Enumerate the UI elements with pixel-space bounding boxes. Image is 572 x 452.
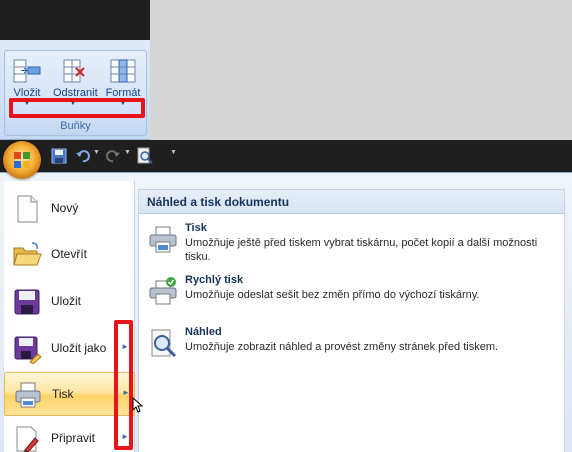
menu-item-save[interactable]: Uložit bbox=[4, 280, 135, 324]
cells-group: Vložit ▼ Odstranit ▼ Formát ▼ Buňky bbox=[4, 50, 147, 136]
mouse-cursor-icon bbox=[132, 397, 144, 413]
command-title: Rychlý tisk bbox=[185, 274, 244, 286]
menu-item-label: Uložit bbox=[51, 294, 82, 308]
insert-cells-icon bbox=[13, 59, 41, 83]
undo-dropdown-icon[interactable]: ▼ bbox=[93, 149, 100, 156]
prepare-icon bbox=[16, 426, 39, 452]
command-title: Náhled bbox=[185, 326, 222, 338]
command-print[interactable]: Tisk Umožňuje ještě před tiskem vybrat t… bbox=[145, 222, 555, 266]
save-as-icon bbox=[14, 336, 42, 364]
highlight-box-submenu-arrows bbox=[114, 320, 133, 450]
print-submenu-panel: Náhled a tisk dokumentu Tisk Umožňuje je… bbox=[138, 189, 565, 452]
sheet-background bbox=[150, 0, 572, 140]
command-description: Umožňuje ještě před tiskem vybrat tiskár… bbox=[185, 237, 538, 263]
menu-item-label: Uložit jako bbox=[51, 341, 107, 355]
menu-item-new[interactable]: Nový bbox=[4, 187, 135, 231]
quick-access-toolbar: ▼ ▼ ▼ bbox=[0, 140, 572, 172]
menu-item-label: Nový bbox=[51, 201, 79, 215]
menu-item-open[interactable]: Otevřít bbox=[4, 233, 135, 277]
print-preview-icon bbox=[151, 329, 177, 358]
command-description: Umožňuje zobrazit náhled a provést změny… bbox=[185, 341, 499, 353]
undo-icon[interactable] bbox=[74, 147, 92, 165]
menu-item-label: Připravit bbox=[51, 431, 96, 445]
window-background-dark bbox=[0, 0, 150, 40]
printer-icon bbox=[149, 226, 177, 253]
redo-icon[interactable] bbox=[104, 147, 122, 165]
quick-print-icon bbox=[149, 277, 177, 305]
office-button[interactable] bbox=[3, 141, 41, 179]
highlight-box-dropdowns bbox=[9, 98, 145, 118]
format-cells-icon bbox=[110, 59, 136, 83]
panel-header: Náhled a tisk dokumentu bbox=[139, 190, 564, 214]
print-preview-icon[interactable] bbox=[136, 147, 154, 165]
customize-toolbar-icon[interactable]: ▼ bbox=[170, 149, 177, 156]
command-print-preview[interactable]: Náhled Umožňuje zobrazit náhled a provés… bbox=[145, 326, 555, 362]
save-disk-icon bbox=[14, 289, 40, 315]
command-quick-print[interactable]: Rychlý tisk Umožňuje odeslat sešit bez z… bbox=[145, 274, 555, 310]
command-title: Tisk bbox=[185, 222, 207, 234]
open-folder-icon bbox=[13, 242, 42, 266]
printer-icon bbox=[15, 382, 41, 408]
delete-cells-icon bbox=[63, 59, 85, 83]
menu-item-label: Tisk bbox=[52, 387, 74, 401]
office-menu: Nový Otevřít Uložit Uložit jako ► Tisk ►… bbox=[0, 172, 572, 452]
command-description: Umožňuje odeslat sešit bez změn přímo do… bbox=[185, 289, 480, 301]
new-document-icon bbox=[17, 195, 38, 223]
office-logo-icon bbox=[14, 152, 30, 168]
save-icon[interactable] bbox=[50, 147, 68, 165]
redo-dropdown-icon[interactable]: ▼ bbox=[124, 149, 131, 156]
group-label: Buňky bbox=[60, 120, 91, 132]
menu-item-label: Otevřít bbox=[51, 247, 88, 261]
ribbon: Vložit ▼ Odstranit ▼ Formát ▼ Buňky bbox=[0, 40, 150, 140]
